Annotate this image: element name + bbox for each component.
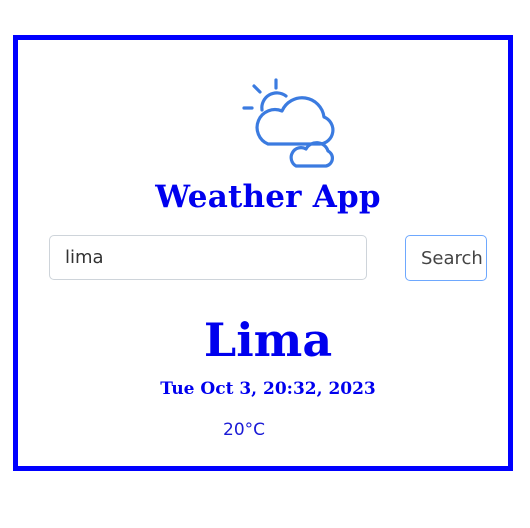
date-time-label: Tue Oct 3, 20:32, 2023 bbox=[160, 379, 376, 399]
weather-app-card: Weather App Search Lima Tue Oct 3, 20:32… bbox=[13, 35, 513, 471]
search-button[interactable]: Search bbox=[405, 235, 487, 281]
temperature-value: 20°C bbox=[223, 420, 266, 440]
app-title: Weather App bbox=[155, 179, 381, 215]
city-search-input[interactable] bbox=[49, 235, 367, 280]
city-name: Lima bbox=[203, 313, 333, 367]
sun-behind-clouds-icon bbox=[240, 78, 344, 170]
